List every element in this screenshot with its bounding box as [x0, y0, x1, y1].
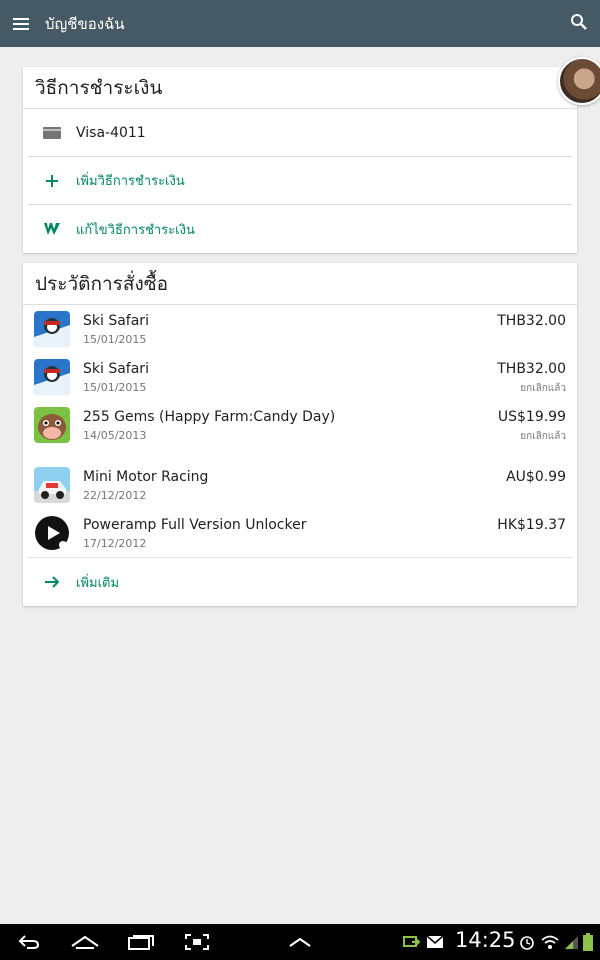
list-item[interactable]: Ski Safari 15/01/2015 THB32.00 ยกเลิกแล้… [28, 353, 572, 401]
item-date: 22/12/2012 [83, 489, 147, 502]
credit-card-icon [28, 126, 76, 139]
list-item[interactable]: 255 Gems (Happy Farm:Candy Day) 14/05/20… [28, 401, 572, 449]
status-time: 14:25 [455, 928, 516, 952]
usb-connected-icon [403, 930, 421, 954]
item-name: Ski Safari [83, 361, 149, 377]
item-price: AU$0.99 [506, 469, 566, 485]
recent-apps-icon[interactable] [127, 930, 155, 954]
screenshot-icon[interactable] [184, 930, 210, 954]
system-bar: 14:25 [0, 924, 600, 960]
plus-icon [28, 174, 76, 187]
item-price: THB32.00 [497, 313, 566, 329]
item-name: 255 Gems (Happy Farm:Candy Day) [83, 409, 336, 425]
page-title: บัญชีของฉัน [45, 14, 125, 33]
hamburger-menu-icon[interactable] [0, 0, 42, 47]
edit-payment-methods-button[interactable]: แก้ไขวิธีการชำระเงิน [28, 205, 572, 253]
edit-payment-methods-label: แก้ไขวิธีการชำระเงิน [76, 222, 195, 238]
search-icon[interactable] [570, 13, 590, 33]
payment-card-row[interactable]: Visa-4011 [28, 109, 572, 157]
back-icon[interactable] [16, 930, 42, 954]
item-status: ยกเลิกแล้ว [520, 431, 566, 442]
mini-motor-racing-app-icon [34, 467, 70, 503]
poweramp-app-icon [34, 515, 70, 551]
item-name: Poweramp Full Version Unlocker [83, 517, 307, 533]
list-item[interactable]: Ski Safari 15/01/2015 THB32.00 [28, 305, 572, 353]
purchase-history-card: ประวัติการสั่งซื้อ Ski Safari 15/01/2015… [23, 263, 577, 606]
alarm-icon [519, 930, 535, 954]
more-button[interactable]: เพิ่มเติม [28, 558, 572, 606]
mail-icon [427, 930, 443, 954]
app-bar: บัญชีของฉัน [0, 0, 600, 47]
ski-safari-app-icon [34, 359, 70, 395]
list-item[interactable]: Poweramp Full Version Unlocker 17/12/201… [28, 509, 572, 557]
list-item[interactable]: Mini Motor Racing 22/12/2012 AU$0.99 [28, 461, 572, 509]
item-price: HK$19.37 [497, 517, 566, 533]
item-date: 17/12/2012 [83, 537, 147, 550]
item-price: THB32.00 [497, 361, 566, 377]
home-icon[interactable] [70, 930, 100, 954]
item-status: ยกเลิกแล้ว [520, 383, 566, 394]
battery-icon [582, 930, 594, 954]
wifi-icon [541, 930, 559, 954]
item-name: Mini Motor Racing [83, 469, 209, 485]
arrow-right-icon [28, 576, 76, 588]
payment-methods-title: วิธีการชำระเงิน [23, 67, 577, 109]
item-price: US$19.99 [497, 409, 566, 425]
avatar[interactable] [558, 57, 600, 105]
payment-card-label: Visa-4011 [76, 124, 146, 141]
ski-safari-app-icon [34, 311, 70, 347]
signal-icon [563, 930, 579, 954]
add-payment-method-button[interactable]: เพิ่มวิธีการชำระเงิน [28, 157, 572, 205]
payment-methods-card: วิธีการชำระเงิน Visa-4011 เพิ่มวิธีการชำ… [23, 67, 577, 253]
happy-farm-app-icon [34, 407, 70, 443]
add-payment-method-label: เพิ่มวิธีการชำระเงิน [76, 174, 185, 189]
item-name: Ski Safari [83, 313, 149, 329]
item-date: 15/01/2015 [83, 381, 147, 394]
item-date: 15/01/2015 [83, 333, 147, 346]
more-label: เพิ่มเติม [76, 575, 120, 591]
wallet-icon [28, 222, 76, 236]
item-date: 14/05/2013 [83, 429, 147, 442]
purchase-history-title: ประวัติการสั่งซื้อ [23, 263, 577, 305]
chevron-up-icon[interactable] [288, 930, 312, 954]
